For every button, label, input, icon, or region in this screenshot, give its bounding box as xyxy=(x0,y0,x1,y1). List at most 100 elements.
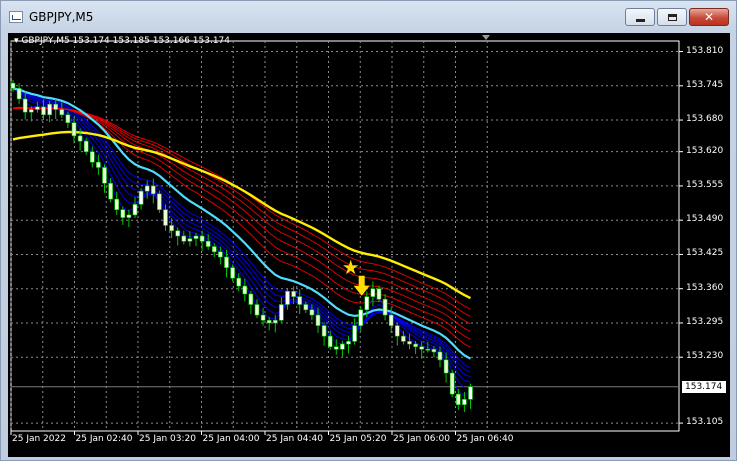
chart-info-label: ▾ GBPJPY,M5 153.174 153.185 153.166 153.… xyxy=(14,36,230,46)
candle-body xyxy=(59,109,65,116)
maximize-button[interactable] xyxy=(657,8,687,26)
candle-body xyxy=(90,151,95,163)
candle-body xyxy=(346,341,351,345)
candle-body xyxy=(358,309,364,326)
time-tick-label: 25 Jan 2022 xyxy=(12,434,66,444)
candle-body xyxy=(102,167,107,184)
chart-canvas[interactable] xyxy=(8,33,730,457)
window-title: GBPJPY,M5 xyxy=(29,10,94,24)
price-tick-label: 153.620 xyxy=(686,145,724,156)
candle-body xyxy=(218,251,223,258)
price-tick-label: 153.295 xyxy=(686,316,724,327)
candle-body xyxy=(388,314,394,326)
candle-body xyxy=(108,182,113,200)
candle-body xyxy=(248,293,254,305)
candle-body xyxy=(279,304,284,321)
candle-body xyxy=(224,256,229,268)
candle-body xyxy=(236,277,241,287)
price-tick-label: 153.810 xyxy=(686,45,724,56)
candle-body xyxy=(10,82,16,89)
candle-body xyxy=(370,288,376,297)
candle-body xyxy=(35,106,40,110)
candle-body xyxy=(71,122,77,137)
chart-window: GBPJPY,M5 ✕ ▾ GBPJPY,M5 153.174 153.185 … xyxy=(0,0,737,461)
candle-body xyxy=(327,335,333,347)
candle-body xyxy=(419,346,425,350)
time-tick-label: 25 Jan 04:00 xyxy=(202,434,260,444)
plot-frame xyxy=(10,40,680,432)
candle-body xyxy=(413,343,418,347)
price-tick-label: 153.745 xyxy=(686,79,724,90)
price-tick-label: 153.105 xyxy=(686,417,724,428)
candle-body xyxy=(321,325,327,337)
candle-body xyxy=(382,298,388,316)
candle-body xyxy=(212,246,217,253)
candle-body xyxy=(83,140,89,152)
candle-body xyxy=(120,209,126,218)
candle-body xyxy=(28,109,34,113)
candle-body xyxy=(132,204,138,216)
candle-body xyxy=(65,114,71,123)
candle-body xyxy=(187,238,193,242)
candle-body xyxy=(53,103,59,110)
close-button[interactable]: ✕ xyxy=(689,8,729,26)
candle-body xyxy=(297,296,303,305)
title-bar[interactable]: GBPJPY,M5 ✕ xyxy=(1,1,736,33)
time-tick-label: 25 Jan 06:00 xyxy=(393,434,450,444)
candle-body xyxy=(22,98,28,113)
yellow-ma-line xyxy=(12,130,472,300)
candle-body xyxy=(437,351,443,361)
candle-body xyxy=(230,267,235,279)
price-tick-label: 153.230 xyxy=(686,351,724,362)
candle-body xyxy=(157,193,162,210)
candle-body xyxy=(333,346,339,350)
candle-body xyxy=(291,291,296,297)
price-tick-label: 153.680 xyxy=(686,114,724,125)
time-tick-label: 25 Jan 03:20 xyxy=(139,434,196,444)
price-chart[interactable]: ▾ GBPJPY,M5 153.174 153.185 153.166 153.… xyxy=(8,33,730,457)
minimize-button[interactable] xyxy=(625,8,655,26)
candle-body xyxy=(205,240,211,247)
time-tick-label: 25 Jan 04:40 xyxy=(266,434,323,444)
candle-body xyxy=(407,341,412,345)
candle-body xyxy=(431,349,437,353)
symbol-quote: GBPJPY,M5 153.174 153.185 153.166 153.17… xyxy=(21,36,231,46)
current-price-badge: 153.174 xyxy=(682,380,726,393)
candle-body xyxy=(303,304,309,311)
candle-body xyxy=(114,198,119,210)
time-tick-label: 25 Jan 02:40 xyxy=(75,434,133,444)
time-tick-label: 25 Jan 06:40 xyxy=(456,434,514,444)
price-tick-label: 153.555 xyxy=(686,179,724,190)
minimize-icon xyxy=(626,9,654,25)
candle-body xyxy=(144,185,150,192)
candle-body xyxy=(242,285,248,295)
candle-body xyxy=(364,296,370,311)
candle-body xyxy=(401,335,406,342)
candle-body xyxy=(285,291,290,305)
slow-ema-line xyxy=(12,107,471,340)
chart-window-icon xyxy=(9,11,23,23)
candle-body xyxy=(16,88,22,100)
price-tick-label: 153.360 xyxy=(686,282,724,293)
candle-body xyxy=(309,309,315,316)
candle-body xyxy=(151,185,156,195)
candle-body xyxy=(163,209,168,226)
candle-body xyxy=(126,214,132,218)
candle-body xyxy=(352,325,357,342)
candle-body xyxy=(376,288,382,300)
candle-body xyxy=(455,393,461,405)
aqua-ma-line xyxy=(12,87,472,360)
slow-ema-line xyxy=(12,106,471,348)
candle-body xyxy=(175,230,180,237)
candle-body xyxy=(340,343,345,350)
candle-body xyxy=(138,190,144,205)
candle-body xyxy=(181,235,187,242)
candle-body xyxy=(260,314,266,321)
candle-body xyxy=(254,304,260,316)
candle-body xyxy=(47,103,52,116)
candle-body xyxy=(425,349,431,351)
candle-body xyxy=(41,106,46,116)
candle-body xyxy=(266,320,272,324)
shift-marker-icon xyxy=(482,35,490,40)
candle-body xyxy=(272,320,278,324)
